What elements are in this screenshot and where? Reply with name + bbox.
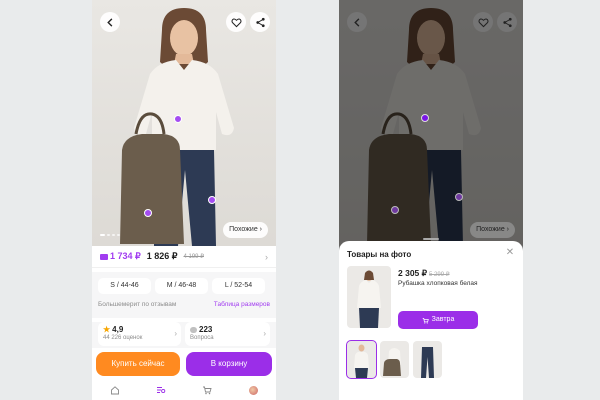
catalog-icon [157, 387, 166, 394]
shirt-thumb [354, 344, 369, 378]
cart-small-icon [422, 317, 429, 324]
size-selector: S / 44-46 M / 46-48 L / 52-54 Большемери… [92, 272, 276, 318]
photo-pager [100, 234, 120, 236]
size-option-l[interactable]: L / 52-54 [212, 278, 265, 294]
nav-home[interactable] [110, 385, 120, 395]
questions-label: Вопроса [190, 335, 214, 341]
hotspot-shirt[interactable] [421, 114, 429, 122]
card-icon [100, 253, 108, 260]
similar-button[interactable]: Похожие › [223, 222, 268, 238]
similar-button[interactable]: Похожие › [470, 222, 515, 238]
product-screen: Похожие › 1 734 ₽ 1 826 ₽ 4 199 ₽ › S / … [92, 0, 276, 400]
size-note: Большемерит по отзывам [98, 301, 177, 308]
share-icon [255, 17, 265, 27]
share-button[interactable] [497, 12, 517, 32]
item-old-price: 5 299 ₽ [429, 272, 450, 278]
delivery-label: Завтра [431, 316, 455, 323]
old-price: 4 199 ₽ [183, 254, 205, 260]
price: 1 826 ₽ [146, 251, 178, 261]
look-thumbnails [346, 340, 442, 379]
item-thumbnail[interactable] [347, 266, 391, 328]
hotspot-jeans[interactable] [455, 193, 463, 201]
shop-the-look-sheet: Товары на фото ✕ 2 305 ₽5 299 ₽ Рубашка … [339, 241, 523, 400]
share-icon [502, 17, 512, 27]
item-name[interactable]: Рубашка хлопковая белая [398, 280, 478, 287]
model-illustration [120, 8, 234, 246]
share-button[interactable] [250, 12, 270, 32]
favorite-button[interactable] [226, 12, 246, 32]
hotspot-bag[interactable] [391, 206, 399, 214]
shop-the-look-screen: Похожие › Товары на фото ✕ 2 305 ₽5 299 … [339, 0, 523, 400]
star-icon: ★ [103, 325, 111, 334]
card-price: 1 734 ₽ [100, 251, 141, 262]
shirt-image [357, 270, 381, 328]
cart-icon [203, 386, 212, 395]
price-row[interactable]: 1 734 ₽ 1 826 ₽ 4 199 ₽ › [92, 246, 276, 268]
chevron-right-icon: › [265, 251, 268, 262]
nav-catalog[interactable] [156, 385, 166, 395]
heart-icon [231, 17, 241, 27]
delivery-button[interactable]: Завтра [398, 311, 478, 329]
chevron-right-icon: › [174, 329, 178, 338]
bottom-nav [92, 380, 276, 400]
profile-avatar [248, 385, 258, 395]
hotspot-jeans[interactable] [208, 196, 216, 204]
chat-bubble-icon [190, 326, 198, 333]
add-to-cart-button[interactable]: В корзину [186, 352, 272, 376]
rating-count: 44 226 оценок [103, 335, 143, 341]
nav-profile[interactable] [248, 385, 258, 395]
back-button[interactable] [100, 12, 120, 32]
rating-box[interactable]: ★ 4,9 44 226 оценок › [98, 322, 182, 346]
back-icon [353, 17, 359, 27]
sheet-title: Товары на фото [347, 250, 412, 259]
sheet-grabber[interactable] [423, 238, 439, 240]
back-button[interactable] [347, 12, 367, 32]
heart-icon [478, 17, 488, 27]
questions-box[interactable]: 223 Вопроса › [185, 322, 270, 346]
thumb-shirt[interactable] [346, 340, 377, 379]
questions-count: 223 [199, 325, 213, 334]
hotspot-shirt[interactable] [174, 115, 182, 123]
size-option-m[interactable]: M / 46-48 [155, 278, 208, 294]
back-icon [106, 17, 112, 27]
hotspot-bag[interactable] [144, 209, 152, 217]
thumb-jeans[interactable] [413, 341, 442, 378]
product-photo[interactable] [92, 0, 276, 246]
bag-thumb [383, 348, 401, 376]
home-icon [111, 386, 119, 395]
stats-row: ★ 4,9 44 226 оценок › 223 Вопроса › [92, 322, 276, 348]
favorite-button[interactable] [473, 12, 493, 32]
chevron-right-icon: › [263, 329, 266, 338]
buy-now-button[interactable]: Купить сейчас [96, 352, 180, 376]
size-option-s[interactable]: S / 44-46 [98, 278, 151, 294]
rating-value: 4,9 [112, 325, 124, 334]
item-price: 2 305 ₽5 299 ₽ [398, 268, 450, 278]
nav-cart[interactable] [202, 385, 212, 395]
size-table-link[interactable]: Таблица размеров [214, 301, 270, 308]
close-icon[interactable]: ✕ [504, 247, 516, 259]
thumb-bag[interactable] [380, 341, 409, 378]
jeans-thumb [421, 347, 434, 378]
